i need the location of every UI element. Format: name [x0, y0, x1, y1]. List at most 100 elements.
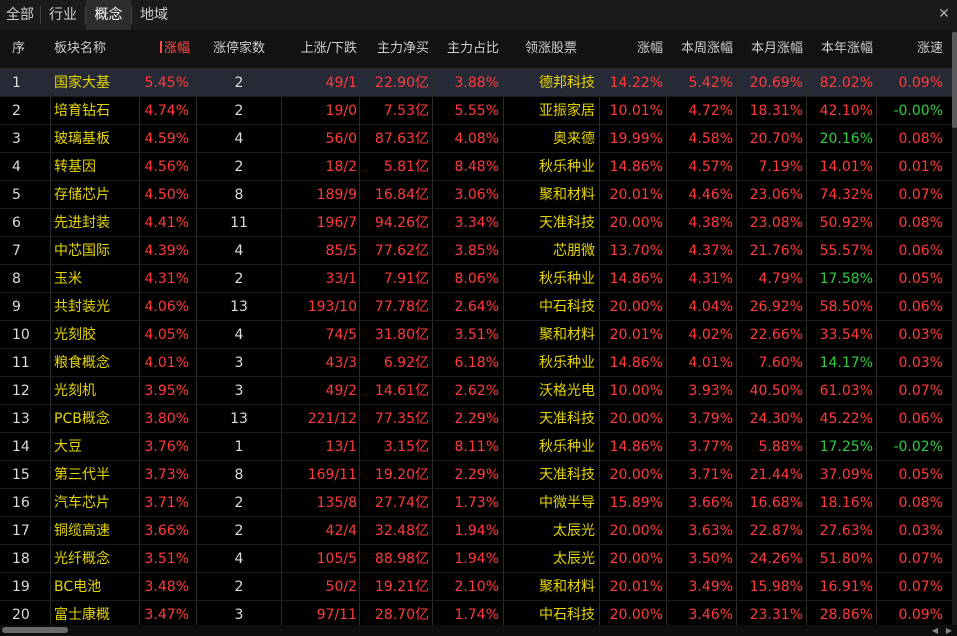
table-row[interactable]: 13 PCB概念 3.80% 13 221/12 77.35亿 2.29% 天准科技 20.00…: [0, 405, 952, 433]
cell-concept-name[interactable]: 粮食概念: [54, 349, 139, 377]
tab-all[interactable]: 全部: [0, 0, 40, 30]
column-divider: [50, 181, 51, 209]
cell-concept-name[interactable]: PCB概念: [54, 405, 139, 433]
cell-year-change: 18.16%: [819, 495, 873, 511]
cell-concept-name[interactable]: 转基因: [54, 153, 139, 181]
table-row[interactable]: 6 先进封装 4.41% 11 196/7 94.26亿 3.34% 天准科技 20.00% 4.…: [0, 209, 952, 237]
table-row[interactable]: 20 富士康概 3.47% 3 97/11 28.70亿 1.74% 中石科技 20.00% 3.…: [0, 601, 952, 625]
cell-concept-name[interactable]: 大豆: [54, 433, 139, 461]
cell-month-change: 22.87%: [749, 523, 803, 539]
column-divider: [503, 293, 504, 321]
vertical-scroll-thumb[interactable]: [952, 32, 957, 128]
cell-leading-stock[interactable]: 芯朋微: [506, 237, 595, 265]
table-row[interactable]: 12 光刻机 3.95% 3 49/2 14.61亿 2.62% 沃格光电 10.00% 3.93…: [0, 377, 952, 405]
cell-leading-stock[interactable]: 聚和材料: [506, 573, 595, 601]
cell-week-change: 4.01%: [688, 355, 733, 371]
vertical-scrollbar[interactable]: [952, 30, 957, 625]
tab-concept[interactable]: 概念: [86, 0, 131, 30]
cell-leading-stock[interactable]: 天准科技: [506, 209, 595, 237]
cell-leading-stock[interactable]: 聚和材料: [506, 181, 595, 209]
cell-concept-name[interactable]: 玻璃基板: [54, 125, 139, 153]
col-main-net-buy[interactable]: 主力净买: [362, 30, 429, 68]
table-row[interactable]: 19 BC电池 3.48% 2 50/2 19.21亿 2.10% 聚和材料 20.01% 3.4…: [0, 573, 952, 601]
cell-concept-name[interactable]: 铜缆高速: [54, 517, 139, 545]
cell-leading-stock[interactable]: 沃格光电: [506, 377, 595, 405]
cell-leading-stock[interactable]: 中石科技: [506, 293, 595, 321]
cell-leading-stock[interactable]: 中石科技: [506, 601, 595, 625]
close-icon[interactable]: ✕: [936, 6, 952, 22]
column-divider: [599, 265, 600, 293]
scroll-left-arrow-icon[interactable]: ◀: [930, 625, 940, 636]
cell-main-ratio: 3.51%: [454, 327, 499, 343]
table-row[interactable]: 8 玉米 4.31% 2 33/1 7.91亿 8.06% 秋乐种业 14.86% 4.31% 4.…: [0, 265, 952, 293]
cell-leading-stock[interactable]: 聚和材料: [506, 321, 595, 349]
col-month-change[interactable]: 本月涨幅: [736, 30, 803, 68]
table-row[interactable]: 9 共封装光 4.06% 13 193/10 77.78亿 2.64% 中石科技 20.00% 4…: [0, 293, 952, 321]
col-speed[interactable]: 涨速: [876, 30, 943, 68]
cell-concept-name[interactable]: 第三代半: [54, 461, 139, 489]
table-row[interactable]: 10 光刻胶 4.05% 4 74/5 31.80亿 3.51% 聚和材料 20.01% 4.02…: [0, 321, 952, 349]
table-row[interactable]: 1 国家大基 5.45% 2 49/1 22.90亿 3.88% 德邦科技 14.22% 5.42…: [0, 69, 952, 97]
table-row[interactable]: 18 光纤概念 3.51% 4 105/5 88.98亿 1.94% 太辰光 20.00% 3.5…: [0, 545, 952, 573]
table-row[interactable]: 16 汽车芯片 3.71% 2 135/8 27.74亿 1.73% 中微半导 15.89% 3.…: [0, 489, 952, 517]
cell-concept-name[interactable]: 光刻胶: [54, 321, 139, 349]
cell-concept-name[interactable]: 玉米: [54, 265, 139, 293]
cell-leading-stock[interactable]: 德邦科技: [506, 69, 595, 97]
cell-month-change: 21.44%: [749, 467, 803, 483]
table-row[interactable]: 11 粮食概念 4.01% 3 43/3 6.92亿 6.18% 秋乐种业 14.86% 4.01…: [0, 349, 952, 377]
table-row[interactable]: 4 转基因 4.56% 2 18/2 5.81亿 8.48% 秋乐种业 14.86% 4.57% 7…: [0, 153, 952, 181]
cell-leading-stock[interactable]: 秋乐种业: [506, 433, 595, 461]
tab-industry[interactable]: 行业: [41, 0, 85, 30]
cell-concept-name[interactable]: 共封装光: [54, 293, 139, 321]
cell-leading-stock[interactable]: 秋乐种业: [506, 265, 595, 293]
col-name[interactable]: 板块名称: [54, 30, 134, 68]
cell-concept-name[interactable]: BC电池: [54, 573, 139, 601]
cell-concept-name[interactable]: 汽车芯片: [54, 489, 139, 517]
scroll-right-arrow-icon[interactable]: ▶: [944, 625, 954, 636]
horizontal-scroll-thumb[interactable]: [2, 627, 68, 633]
cell-main-ratio: 3.88%: [454, 75, 499, 91]
cell-concept-name[interactable]: 先进封装: [54, 209, 139, 237]
cell-concept-name[interactable]: 富士康概: [54, 601, 139, 625]
cell-main-net-buy: 7.53亿: [383, 103, 429, 119]
cell-month-change: 20.69%: [749, 75, 803, 91]
cell-concept-name[interactable]: 培育钻石: [54, 97, 139, 125]
cell-concept-name[interactable]: 中芯国际: [54, 237, 139, 265]
cell-concept-name[interactable]: 光刻机: [54, 377, 139, 405]
table-row[interactable]: 15 第三代半 3.73% 8 169/11 19.20亿 2.29% 天准科技 20.00% 3…: [0, 461, 952, 489]
cell-concept-name[interactable]: 国家大基: [54, 69, 139, 97]
cell-index: 4: [12, 159, 21, 175]
col-index[interactable]: 序: [12, 30, 42, 68]
cell-concept-name[interactable]: 存储芯片: [54, 181, 139, 209]
table-row[interactable]: 5 存储芯片 4.50% 8 189/9 16.84亿 3.06% 聚和材料 20.01% 4.4…: [0, 181, 952, 209]
cell-leading-stock[interactable]: 天准科技: [506, 461, 595, 489]
horizontal-scrollbar[interactable]: ◀ ▶: [0, 625, 957, 636]
col-main-ratio[interactable]: 主力占比: [434, 30, 499, 68]
col-up-down[interactable]: 上涨/下跌: [282, 30, 357, 68]
cell-change: 3.48%: [144, 579, 189, 595]
cell-leading-stock[interactable]: 亚振家居: [506, 97, 595, 125]
column-divider: [599, 153, 600, 181]
col-year-change[interactable]: 本年涨幅: [806, 30, 873, 68]
col-change-sorted[interactable]: 涨幅: [150, 30, 190, 68]
table-row[interactable]: 7 中芯国际 4.39% 4 85/5 77.62亿 3.85% 芯朋微 13.70% 4.37%…: [0, 237, 952, 265]
table-row[interactable]: 14 大豆 3.76% 1 13/1 3.15亿 8.11% 秋乐种业 14.86% 3.77% 5…: [0, 433, 952, 461]
cell-leading-stock[interactable]: 太辰光: [506, 517, 595, 545]
cell-leading-stock[interactable]: 秋乐种业: [506, 349, 595, 377]
col-leader-change[interactable]: 涨幅: [603, 30, 663, 68]
cell-leading-stock[interactable]: 中微半导: [506, 489, 595, 517]
cell-speed: 0.08%: [898, 215, 943, 231]
table-row[interactable]: 17 铜缆高速 3.66% 2 42/4 32.48亿 1.94% 太辰光 20.00% 3.63…: [0, 517, 952, 545]
table-row[interactable]: 3 玻璃基板 4.59% 4 56/0 87.63亿 4.08% 奥来德 19.99% 4.58%…: [0, 125, 952, 153]
tab-region[interactable]: 地域: [132, 0, 176, 30]
col-leading-stock[interactable]: 领涨股票: [506, 30, 596, 68]
cell-leading-stock[interactable]: 天准科技: [506, 405, 595, 433]
cell-up-down: 33/1: [325, 271, 357, 287]
col-week-change[interactable]: 本周涨幅: [666, 30, 733, 68]
cell-leading-stock[interactable]: 秋乐种业: [506, 153, 595, 181]
cell-leading-stock[interactable]: 奥来德: [506, 125, 595, 153]
col-limit-up-count[interactable]: 涨停家数: [197, 30, 281, 68]
cell-concept-name[interactable]: 光纤概念: [54, 545, 139, 573]
cell-leading-stock[interactable]: 太辰光: [506, 545, 595, 573]
table-row[interactable]: 2 培育钻石 4.74% 2 19/0 7.53亿 5.55% 亚振家居 10.01% 4.72%…: [0, 97, 952, 125]
